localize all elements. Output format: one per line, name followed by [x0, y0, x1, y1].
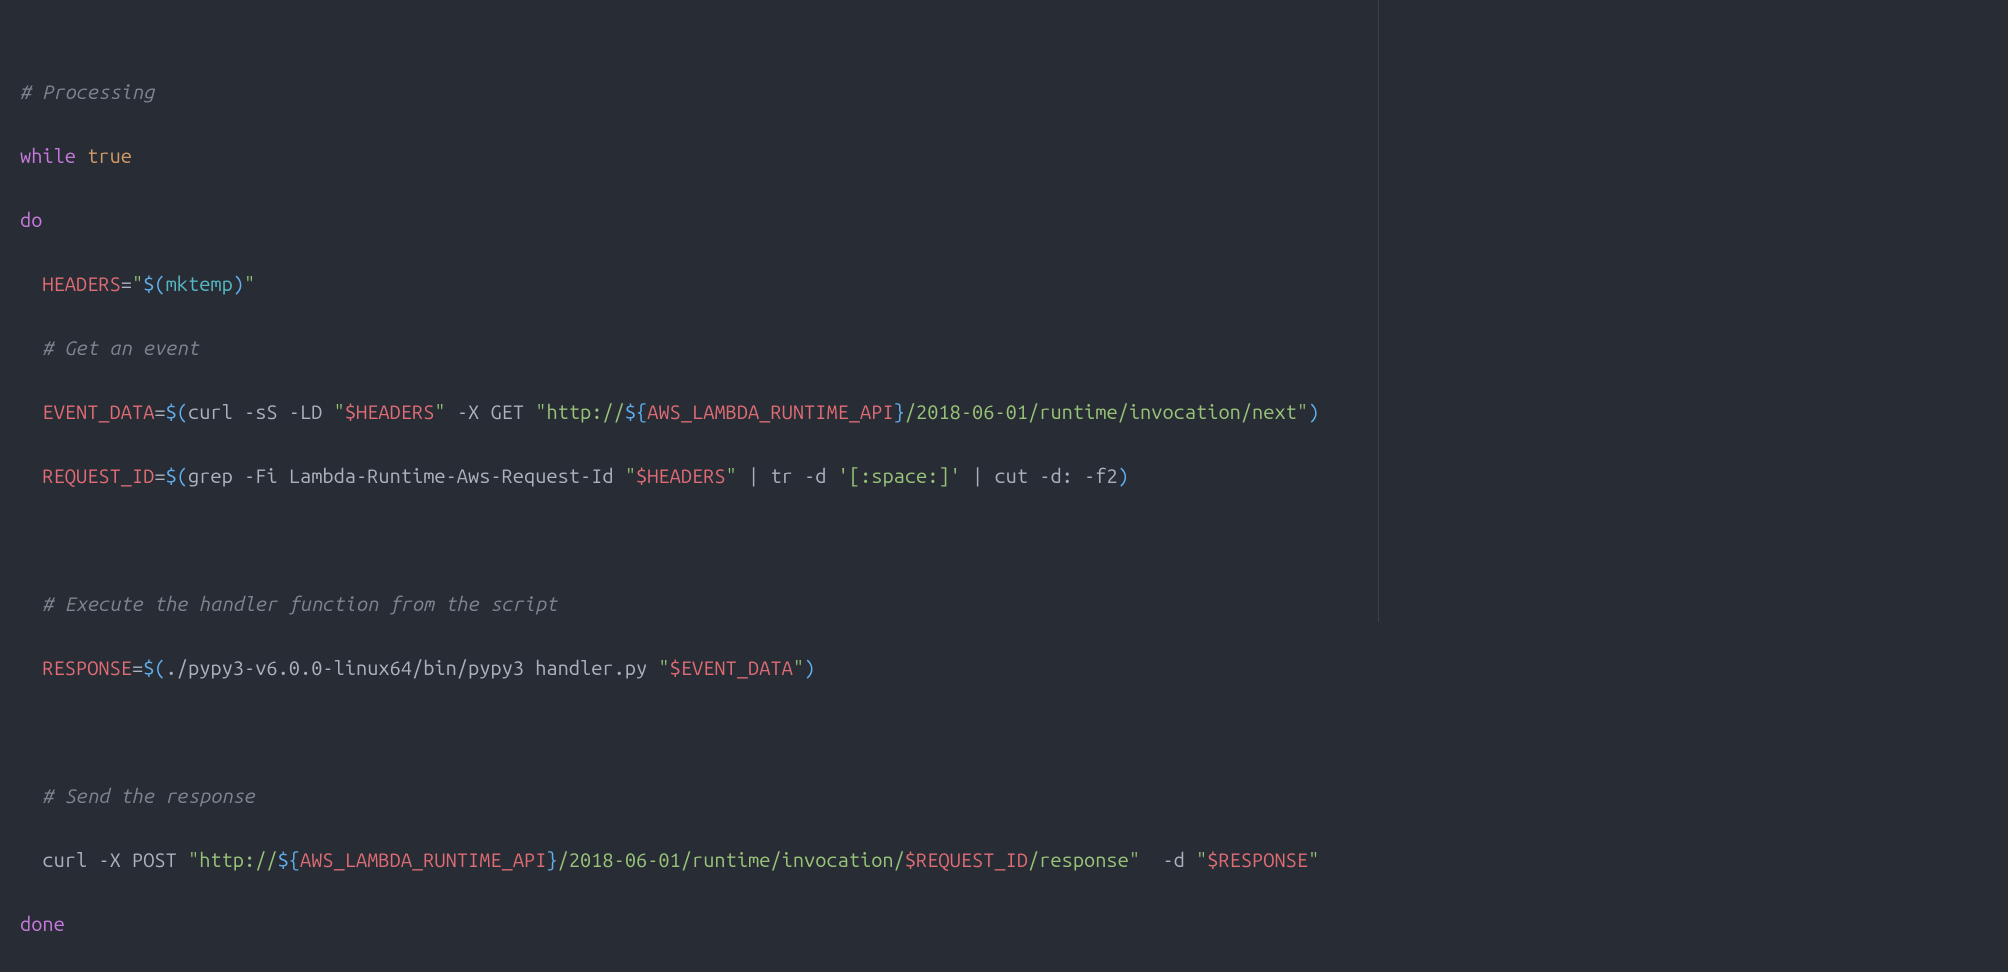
var-ref-headers: $HEADERS [636, 464, 726, 487]
cmd-pypy3: ./pypy3-v6.0.0-linux64/bin/pypy3 handler… [166, 656, 659, 679]
keyword-done: done [20, 912, 65, 935]
code-line: RESPONSE=$(./pypy3-v6.0.0-linux64/bin/py… [20, 652, 1988, 684]
cmd-cut: cut -d: -f2 [994, 464, 1117, 487]
var-ref-runtime-api: AWS_LAMBDA_RUNTIME_API [300, 848, 546, 871]
blank-line [20, 716, 1988, 748]
code-line: EVENT_DATA=$(curl -sS -LD "$HEADERS" -X … [20, 396, 1988, 428]
comment: # Processing [20, 80, 154, 103]
cmd-grep: grep -Fi Lambda-Runtime-Aws-Request-Id [188, 464, 625, 487]
var-ref-response: $RESPONSE [1207, 848, 1308, 871]
comment: # Send the response [42, 784, 255, 807]
var-ref-request-id: $REQUEST_ID [905, 848, 1028, 871]
code-line: HEADERS="$(mktemp)" [20, 268, 1988, 300]
var-ref-runtime-api: AWS_LAMBDA_RUNTIME_API [647, 400, 893, 423]
keyword-do: do [20, 208, 42, 231]
code-line: done [20, 908, 1988, 940]
keyword-while: while [20, 144, 76, 167]
code-line: # Send the response [20, 780, 1988, 812]
code-line: while true [20, 140, 1988, 172]
var-ref-headers: $HEADERS [345, 400, 435, 423]
code-line: # Get an event [20, 332, 1988, 364]
var-event-data: EVENT_DATA [42, 400, 154, 423]
var-response: RESPONSE [42, 656, 132, 679]
cmd-curl: curl -sS -LD [188, 400, 334, 423]
code-line: REQUEST_ID=$(grep -Fi Lambda-Runtime-Aws… [20, 460, 1988, 492]
var-ref-event-data: $EVENT_DATA [670, 656, 793, 679]
cmd-curl: curl -X POST [42, 848, 188, 871]
comment: # Get an event [42, 336, 199, 359]
var-request-id: REQUEST_ID [42, 464, 154, 487]
code-editor[interactable]: # Processing while true do HEADERS="$(mk… [0, 0, 2008, 622]
code-line: # Execute the handler function from the … [20, 588, 1988, 620]
comment: # Execute the handler function from the … [42, 592, 557, 615]
blank-line [20, 524, 1988, 556]
code-line: curl -X POST "http://${AWS_LAMBDA_RUNTIM… [20, 844, 1988, 876]
cmd-mktemp: mktemp [166, 272, 233, 295]
code-line: do [20, 204, 1988, 236]
cmd-tr: tr -d [770, 464, 837, 487]
keyword-true: true [87, 144, 132, 167]
code-line: # Processing [20, 76, 1988, 108]
var-headers: HEADERS [42, 272, 120, 295]
